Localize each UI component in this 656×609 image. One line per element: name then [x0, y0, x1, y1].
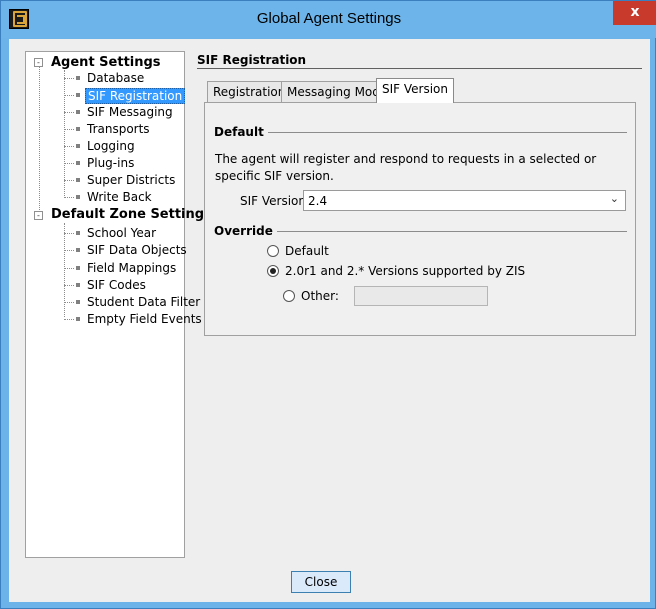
group-title-override: Override: [214, 224, 277, 238]
default-description: The agent will register and respond to r…: [215, 152, 597, 183]
leaf-bullet-icon: [76, 283, 80, 287]
tree-item-write-back[interactable]: Write Back: [87, 190, 152, 204]
leaf-bullet-icon: [76, 127, 80, 131]
tree-branch: [64, 302, 74, 303]
tree-group-agent-settings[interactable]: Agent Settings: [51, 56, 161, 70]
radio-other-label: Other:: [301, 289, 339, 303]
tree-item-empty-field-events[interactable]: Empty Field Events: [87, 312, 202, 326]
tree-branch: [64, 95, 74, 96]
close-button[interactable]: Close: [291, 571, 351, 593]
radio-zis-versions[interactable]: [267, 265, 279, 277]
tree-item-plug-ins[interactable]: Plug-ins: [87, 156, 134, 170]
tree-branch: [64, 180, 74, 181]
tree-branch: [64, 250, 74, 251]
section-title: SIF Registration: [197, 53, 307, 67]
collapse-icon[interactable]: -: [34, 211, 43, 220]
tab-registration[interactable]: Registration: [207, 81, 292, 102]
leaf-bullet-icon: [76, 161, 80, 165]
radio-other[interactable]: [283, 290, 295, 302]
tree-branch: [64, 285, 74, 286]
leaf-bullet-icon: [76, 178, 80, 182]
leaf-bullet-icon: [76, 110, 80, 114]
leaf-bullet-icon: [76, 317, 80, 321]
dialog-window: Global Agent Settings x - Agent Settings…: [0, 0, 656, 609]
collapse-icon[interactable]: -: [34, 58, 43, 67]
section-divider: [197, 68, 642, 69]
tree-item-school-year[interactable]: School Year: [87, 226, 156, 240]
tree-branch: [64, 197, 74, 198]
tree-item-sif-codes[interactable]: SIF Codes: [87, 278, 146, 292]
tree-branch: [64, 233, 74, 234]
tree-branch: [64, 112, 74, 113]
sif-version-select[interactable]: 2.4 ⌄: [303, 190, 626, 211]
tree-branch: [64, 129, 74, 130]
title-bar[interactable]: Global Agent Settings x: [1, 1, 656, 38]
tree-item-sif-messaging[interactable]: SIF Messaging: [87, 105, 173, 119]
radio-default[interactable]: [267, 245, 279, 257]
tree-connector: [64, 70, 65, 198]
tree-item-transports[interactable]: Transports: [87, 122, 150, 136]
tree-connector: [39, 64, 40, 216]
tree-item-field-mappings[interactable]: Field Mappings: [87, 261, 176, 275]
tree-item-logging[interactable]: Logging: [87, 139, 135, 153]
leaf-bullet-icon: [76, 248, 80, 252]
tree-branch: [64, 163, 74, 164]
leaf-bullet-icon: [76, 300, 80, 304]
tree-item-sif-registration[interactable]: SIF Registration: [85, 88, 186, 104]
tree-item-super-districts[interactable]: Super Districts: [87, 173, 175, 187]
chevron-down-icon: ⌄: [609, 192, 619, 205]
tree-item-database[interactable]: Database: [87, 71, 144, 85]
sif-version-value: 2.4: [308, 194, 328, 208]
tree-branch: [64, 319, 74, 320]
other-version-input[interactable]: [354, 286, 488, 306]
tab-sif-version[interactable]: SIF Version: [376, 78, 454, 103]
leaf-bullet-icon: [76, 93, 80, 97]
leaf-bullet-icon: [76, 144, 80, 148]
radio-default-label: Default: [285, 244, 329, 258]
leaf-bullet-icon: [76, 76, 80, 80]
tree-branch: [64, 146, 74, 147]
radio-zis-versions-label: 2.0r1 and 2.* Versions supported by ZIS: [285, 264, 526, 278]
group-divider: [215, 132, 627, 133]
leaf-bullet-icon: [76, 231, 80, 235]
tree-group-default-zone-settings[interactable]: Default Zone Settings: [51, 208, 212, 222]
tree-item-sif-data-objects[interactable]: SIF Data Objects: [87, 243, 187, 257]
close-window-button[interactable]: x: [613, 1, 656, 25]
tree-branch: [64, 78, 74, 79]
tree-branch: [64, 268, 74, 269]
sif-version-label: SIF Version: [240, 194, 306, 208]
leaf-bullet-icon: [76, 266, 80, 270]
window-title: Global Agent Settings: [256, 10, 402, 27]
group-title-default: Default: [214, 125, 268, 139]
tree-item-student-data-filter[interactable]: Student Data Filter: [87, 295, 200, 309]
leaf-bullet-icon: [76, 195, 80, 199]
